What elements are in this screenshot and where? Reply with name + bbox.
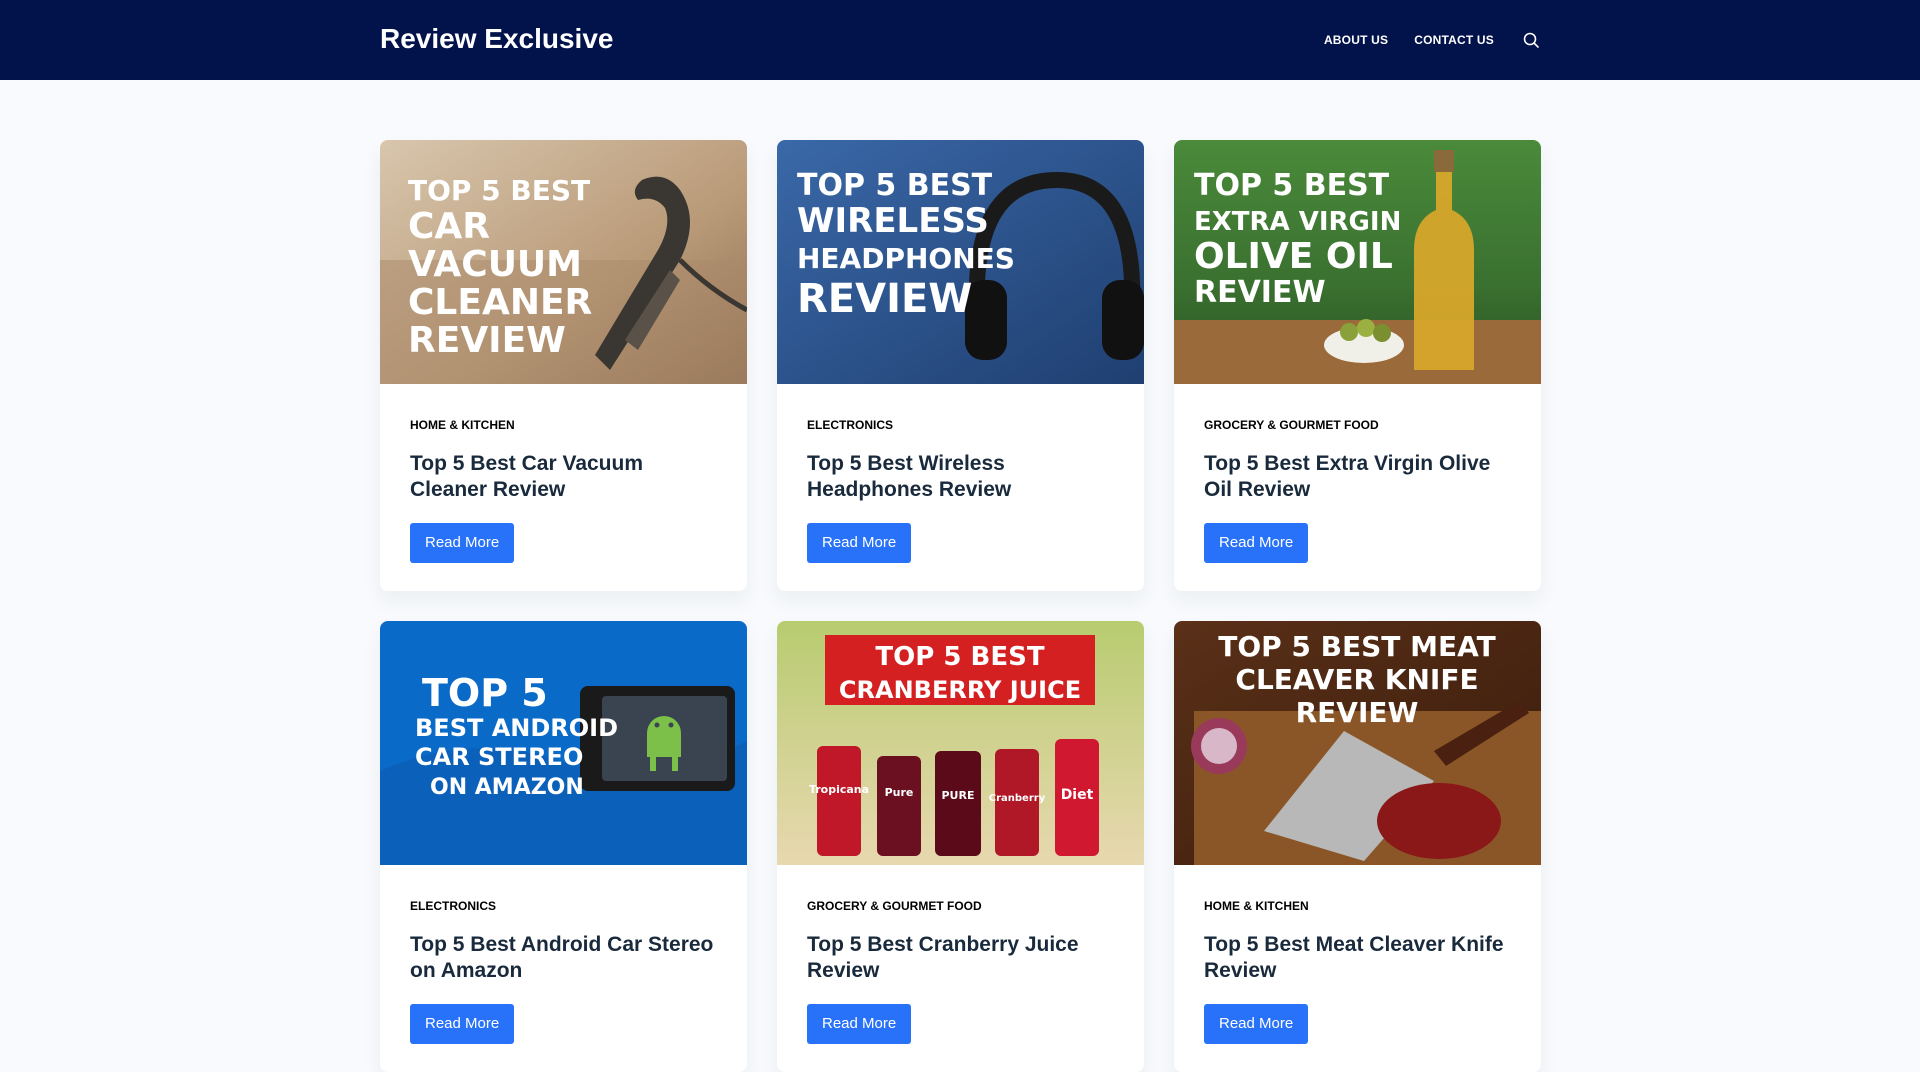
read-more-button[interactable]: Read More — [410, 523, 515, 563]
read-more-button[interactable]: Read More — [1204, 1004, 1309, 1044]
post-thumbnail[interactable]: TOP 5 BEST CAR VACUUM CLEANER REVIEW — [380, 140, 747, 384]
post-thumbnail[interactable]: TOP 5 BEST EXTRA VIRGIN OLIVE OIL REVIEW — [1174, 140, 1541, 384]
svg-text:TOP 5 BEST: TOP 5 BEST — [875, 642, 1044, 672]
post-thumbnail[interactable]: TOP 5 BEST ANDROID CAR STEREO ON AMAZON — [380, 621, 747, 865]
svg-text:TOP 5 BEST: TOP 5 BEST — [1194, 168, 1390, 203]
post-card-body: ELECTRONICS Top 5 Best Android Car Stere… — [380, 865, 747, 1072]
post-card: TOP 5 BEST CAR VACUUM CLEANER REVIEW HOM… — [380, 140, 747, 591]
svg-text:WIRELESS: WIRELESS — [797, 201, 989, 241]
post-thumbnail[interactable]: TOP 5 BEST MEAT CLEAVER KNIFE REVIEW — [1174, 621, 1541, 865]
svg-text:BEST ANDROID: BEST ANDROID — [415, 714, 618, 742]
svg-text:Tropicana: Tropicana — [809, 783, 869, 796]
post-card: TOP 5 BEST WIRELESS HEADPHONES REVIEW EL… — [777, 140, 1144, 591]
site-title[interactable]: Review Exclusive — [380, 21, 613, 57]
svg-text:Diet: Diet — [1061, 787, 1094, 803]
svg-text:REVIEW: REVIEW — [1194, 275, 1326, 310]
post-title[interactable]: Top 5 Best Android Car Stereo on Amazon — [410, 932, 717, 984]
post-card-body: GROCERY & GOURMET FOOD Top 5 Best Cranbe… — [777, 865, 1144, 1072]
post-card: Tropicana Pure PURE Cranberry Diet TOP 5… — [777, 621, 1144, 1072]
svg-text:CAR: CAR — [408, 206, 490, 247]
post-thumbnail[interactable]: Tropicana Pure PURE Cranberry Diet TOP 5… — [777, 621, 1144, 865]
read-more-button[interactable]: Read More — [410, 1004, 515, 1044]
svg-text:CRANBERRY JUICE: CRANBERRY JUICE — [839, 676, 1081, 704]
post-category[interactable]: GROCERY & GOURMET FOOD — [1204, 417, 1379, 433]
post-card-body: HOME & KITCHEN Top 5 Best Car Vacuum Cle… — [380, 384, 747, 591]
svg-text:Pure: Pure — [885, 786, 914, 799]
svg-text:TOP 5 BEST: TOP 5 BEST — [408, 174, 590, 207]
svg-text:EXTRA VIRGIN: EXTRA VIRGIN — [1194, 207, 1401, 237]
post-category[interactable]: ELECTRONICS — [807, 417, 893, 433]
nav-contact-us[interactable]: CONTACT US — [1414, 33, 1494, 47]
svg-text:PURE: PURE — [942, 789, 975, 802]
post-card-body: HOME & KITCHEN Top 5 Best Meat Cleaver K… — [1174, 865, 1541, 1072]
post-card: TOP 5 BEST EXTRA VIRGIN OLIVE OIL REVIEW… — [1174, 140, 1541, 591]
main-nav: ABOUT US CONTACT US — [1324, 0, 1494, 80]
svg-text:TOP 5 BEST MEAT: TOP 5 BEST MEAT — [1218, 630, 1495, 663]
search-icon[interactable] — [1522, 31, 1540, 49]
post-title[interactable]: Top 5 Best Extra Virgin Olive Oil Review — [1204, 451, 1511, 503]
posts-grid: TOP 5 BEST CAR VACUUM CLEANER REVIEW HOM… — [380, 140, 1541, 1072]
post-thumbnail[interactable]: TOP 5 BEST WIRELESS HEADPHONES REVIEW — [777, 140, 1144, 384]
svg-text:TOP 5 BEST: TOP 5 BEST — [797, 168, 993, 203]
svg-text:VACUUM: VACUUM — [408, 244, 582, 285]
svg-text:Cranberry: Cranberry — [989, 793, 1046, 804]
post-card-body: GROCERY & GOURMET FOOD Top 5 Best Extra … — [1174, 384, 1541, 591]
svg-text:CAR STEREO: CAR STEREO — [415, 743, 583, 771]
svg-text:HEADPHONES: HEADPHONES — [797, 242, 1015, 275]
svg-text:OLIVE OIL: OLIVE OIL — [1194, 236, 1393, 277]
svg-text:TOP 5: TOP 5 — [422, 671, 548, 715]
post-card: TOP 5 BEST MEAT CLEAVER KNIFE REVIEW HOM… — [1174, 621, 1541, 1072]
post-category[interactable]: HOME & KITCHEN — [1204, 898, 1309, 914]
site-header: Review Exclusive ABOUT US CONTACT US — [0, 0, 1920, 80]
post-category[interactable]: ELECTRONICS — [410, 898, 496, 914]
post-category[interactable]: HOME & KITCHEN — [410, 417, 515, 433]
read-more-button[interactable]: Read More — [1204, 523, 1309, 563]
svg-text:CLEANER: CLEANER — [408, 282, 592, 323]
nav-about-us[interactable]: ABOUT US — [1324, 33, 1388, 47]
read-more-button[interactable]: Read More — [807, 523, 912, 563]
post-title[interactable]: Top 5 Best Cranberry Juice Review — [807, 932, 1114, 984]
svg-text:ON AMAZON: ON AMAZON — [430, 775, 584, 800]
post-title[interactable]: Top 5 Best Wireless Headphones Review — [807, 451, 1114, 503]
svg-text:REVIEW: REVIEW — [408, 320, 566, 361]
post-category[interactable]: GROCERY & GOURMET FOOD — [807, 898, 982, 914]
svg-text:REVIEW: REVIEW — [797, 276, 972, 322]
post-title[interactable]: Top 5 Best Car Vacuum Cleaner Review — [410, 451, 717, 503]
thumbnail-text: TOP 5 BEST CAR VACUUM CLEANER REVIEW — [408, 174, 592, 361]
post-card-body: ELECTRONICS Top 5 Best Wireless Headphon… — [777, 384, 1144, 591]
read-more-button[interactable]: Read More — [807, 1004, 912, 1044]
svg-text:REVIEW: REVIEW — [1296, 696, 1419, 729]
svg-text:CLEAVER KNIFE: CLEAVER KNIFE — [1235, 663, 1478, 696]
post-title[interactable]: Top 5 Best Meat Cleaver Knife Review — [1204, 932, 1511, 984]
post-card: TOP 5 BEST ANDROID CAR STEREO ON AMAZON … — [380, 621, 747, 1072]
